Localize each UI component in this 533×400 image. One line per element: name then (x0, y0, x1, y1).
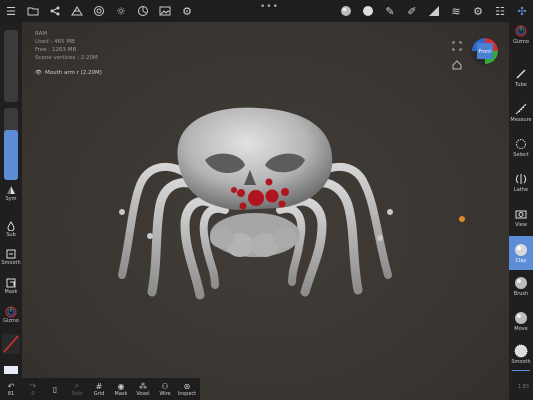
menu-icon[interactable]: ☰ (0, 0, 22, 22)
wire-button[interactable]: ⚇ Wire (154, 381, 176, 398)
version-label: 1.83 (517, 384, 529, 390)
measure-tool[interactable]: Measure (509, 102, 533, 123)
move-tool[interactable]: Move (509, 311, 533, 332)
sym-button[interactable]: Sym (0, 184, 22, 202)
radius-slider[interactable] (4, 30, 18, 102)
scene-tree-icon[interactable] (44, 0, 66, 22)
drop-icon (5, 220, 17, 232)
redo-icon: ↷ (29, 381, 37, 391)
undo-button[interactable]: ↶ 81 (0, 381, 22, 398)
smooth-tool[interactable]: Smooth (509, 344, 533, 365)
voxel-icon: ⁂ (139, 381, 147, 391)
grid-icon: # (95, 381, 103, 391)
mask-button[interactable]: Mask (0, 277, 22, 295)
pivot-point[interactable] (459, 216, 465, 222)
mask-icon (5, 277, 17, 289)
gizmo-button[interactable]: Gizmo (0, 306, 22, 324)
color-swatch-icon[interactable] (357, 0, 379, 22)
smooth-icon (5, 248, 17, 260)
intensity-fill (4, 129, 18, 180)
ram-free: Free : 1263 MB (35, 47, 77, 53)
camera-settings-icon[interactable] (132, 0, 154, 22)
inspect-button[interactable]: ⊛ Inspect (176, 381, 198, 398)
left-sidebar: Sym Sub Smooth Mask Gizmo (0, 22, 22, 400)
wireframe-icon: ⚇ (161, 381, 169, 391)
bottom-toolbar: ↶ 81 ↷ 0 ▯ ⌕ Solo # Grid ◉ Mask ⁂ Voxel … (0, 378, 200, 400)
more-dots-icon[interactable]: ••• (260, 2, 279, 12)
color-preview[interactable] (4, 366, 18, 374)
picker-icon[interactable]: ✐ (401, 0, 423, 22)
paint-brush-icon[interactable]: ✎ (379, 0, 401, 22)
voxel-button[interactable]: ⁂ Voxel (132, 381, 154, 398)
eye-icon: ◉ (117, 381, 125, 391)
tool-settings-icon[interactable]: ⚙ (467, 0, 489, 22)
ram-used: Used : 465 MB (35, 39, 75, 45)
grid-button[interactable]: # Grid (88, 381, 110, 398)
image-icon[interactable] (154, 0, 176, 22)
sub-button[interactable]: Sub (0, 220, 22, 238)
search-icon: ⌕ (74, 381, 80, 390)
move-sphere-icon (514, 311, 528, 325)
brush-sphere-icon (514, 276, 528, 290)
smooth-sphere-icon (514, 344, 528, 358)
topology-icon[interactable] (66, 0, 88, 22)
intensity-slider[interactable] (4, 108, 18, 180)
sliders-icon[interactable]: ☷ (489, 0, 511, 22)
frame-icon[interactable] (452, 36, 462, 51)
gizmo-tool[interactable]: Gizmo (509, 24, 533, 45)
mask-toggle-button[interactable]: ◉ Mask (110, 381, 132, 398)
matcap-sphere-icon[interactable] (335, 0, 357, 22)
layers-icon[interactable]: ≋ (445, 0, 467, 22)
inspect-icon: ⊛ (183, 381, 191, 391)
memory-stats: RAM Used : 465 MB Free : 1263 MB Scene v… (35, 30, 98, 62)
lathe-icon (514, 172, 528, 186)
top-right-toolbar: ✎ ✐ ≋ ⚙ ☷ ✣ (335, 0, 533, 22)
settings-icon[interactable]: ⚙ (176, 0, 198, 22)
folder-icon[interactable] (22, 0, 44, 22)
home-icon[interactable] (452, 55, 462, 70)
smooth-tool-underline (512, 370, 530, 371)
transform-icon[interactable]: ✣ (511, 0, 533, 22)
clay-tool[interactable]: Clay (509, 236, 533, 270)
material-icon[interactable] (88, 0, 110, 22)
gizmo-face-label: Front (479, 49, 492, 55)
smooth-button[interactable]: Smooth (0, 248, 22, 266)
stroke-icon[interactable] (423, 0, 445, 22)
undo-icon: ↶ (7, 381, 15, 391)
brush-tool[interactable]: Brush (509, 276, 533, 297)
eye-icon[interactable]: 👁 (35, 70, 42, 76)
phone-toggle-button[interactable]: ▯ (44, 384, 66, 394)
lasso-icon (514, 137, 528, 151)
tube-icon (514, 67, 528, 81)
gizmo-icon (5, 306, 17, 318)
mesh-name: Mouth arm r (2.20M) (44, 70, 102, 76)
scene-vertices: Scene vertices : 2.20M (35, 55, 98, 61)
solo-button[interactable]: ⌕ Solo (66, 381, 88, 397)
ram-label: RAM (35, 31, 48, 37)
camera-icon (514, 207, 528, 221)
orientation-cube[interactable]: Front (470, 36, 500, 66)
select-tool[interactable]: Select (509, 137, 533, 158)
ruler-icon (514, 102, 528, 116)
lathe-tool[interactable]: Lathe (509, 172, 533, 193)
right-sidebar: Gizmo Tube Measure Select Lathe View Cla… (509, 22, 533, 400)
gizmo-tool-icon (514, 24, 528, 38)
lighting-icon[interactable]: ☼ (110, 0, 132, 22)
stroke-preview[interactable] (2, 334, 20, 354)
device-icon: ▯ (52, 384, 58, 394)
redo-button[interactable]: ↷ 0 (22, 381, 44, 398)
mesh-label[interactable]: 👁 Mouth arm r (2.20M) (35, 70, 102, 76)
view-tool[interactable]: View (509, 207, 533, 228)
tube-tool[interactable]: Tube (509, 67, 533, 88)
clay-sphere-icon (514, 243, 528, 257)
symmetry-icon (5, 184, 17, 196)
